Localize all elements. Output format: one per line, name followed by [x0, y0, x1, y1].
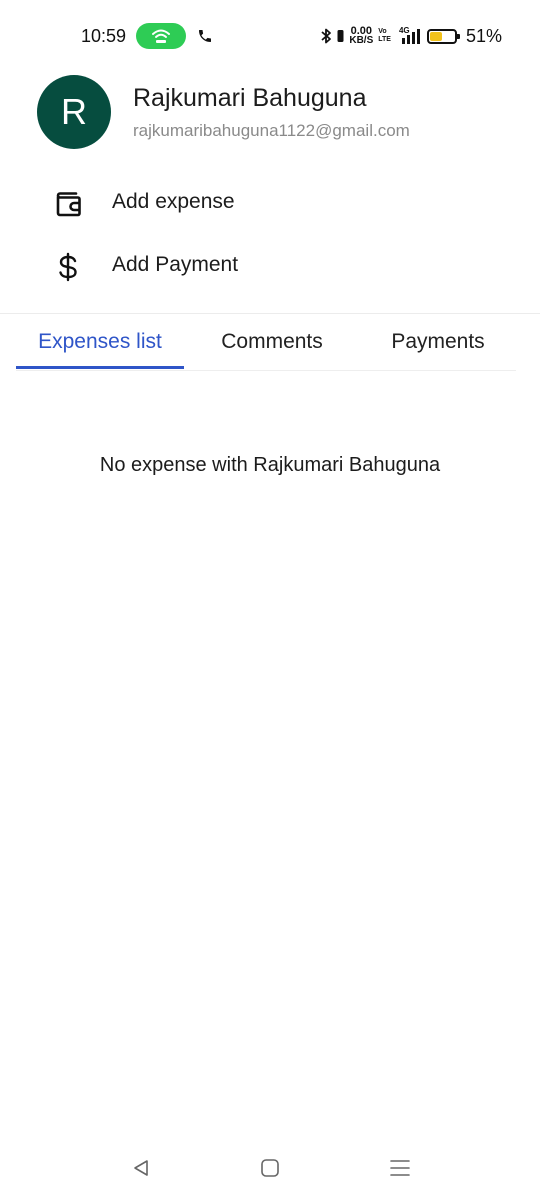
active-tab-indicator — [16, 366, 184, 369]
add-payment-label: Add Payment — [112, 253, 239, 276]
hotspot-icon — [152, 29, 170, 43]
status-bar: 10:59 0.00 KB/S Vo LTE 4G 51% — [0, 0, 540, 72]
contact-name: Rajkumari Bahuguna — [133, 84, 367, 112]
nav-home-button[interactable] — [256, 1154, 284, 1182]
network-speed-unit: KB/S — [349, 35, 374, 46]
tab-expenses-list[interactable]: Expenses list — [16, 314, 184, 369]
volte-bottom-label: LTE — [378, 36, 391, 43]
add-expense-button[interactable]: Add expense — [0, 174, 540, 230]
battery-percent: 51% — [465, 25, 502, 46]
signal-strength-icon — [401, 29, 420, 44]
empty-state-message: No expense with Rajkumari Bahuguna — [99, 454, 441, 476]
hotspot-indicator — [136, 23, 186, 49]
avatar-initial: R — [61, 91, 87, 132]
nav-recents-button[interactable] — [386, 1154, 414, 1182]
wallet-icon — [56, 192, 81, 217]
home-square-icon — [261, 1159, 279, 1177]
nav-back-button[interactable] — [127, 1154, 155, 1182]
network-speed: 0.00 KB/S — [349, 26, 374, 46]
signal-indicator: 4G — [396, 26, 422, 45]
avatar: R — [37, 75, 111, 149]
tab-bar: Expenses list Comments Payments — [16, 314, 516, 371]
volte-top-label: Vo — [378, 28, 387, 35]
tab-comments[interactable]: Comments — [184, 314, 360, 369]
status-time: 10:59 — [81, 26, 127, 46]
vibrate-icon — [337, 30, 344, 42]
back-triangle-icon — [134, 1160, 148, 1176]
tab-payments[interactable]: Payments — [360, 314, 516, 369]
battery-icon — [426, 28, 460, 44]
dollar-icon — [59, 252, 77, 282]
status-icons: 0.00 KB/S Vo LTE 4G 51% — [320, 24, 502, 48]
menu-lines-icon — [390, 1160, 410, 1176]
contact-email: rajkumaribahuguna1122@gmail.com — [133, 121, 410, 140]
bluetooth-icon — [321, 28, 332, 44]
add-expense-label: Add expense — [112, 190, 235, 213]
battery-fill — [429, 31, 442, 41]
volte-indicator: Vo LTE — [378, 28, 391, 44]
system-nav-bar — [0, 1140, 540, 1200]
add-payment-button[interactable]: Add Payment — [0, 237, 540, 293]
phone-call-icon — [199, 30, 211, 42]
